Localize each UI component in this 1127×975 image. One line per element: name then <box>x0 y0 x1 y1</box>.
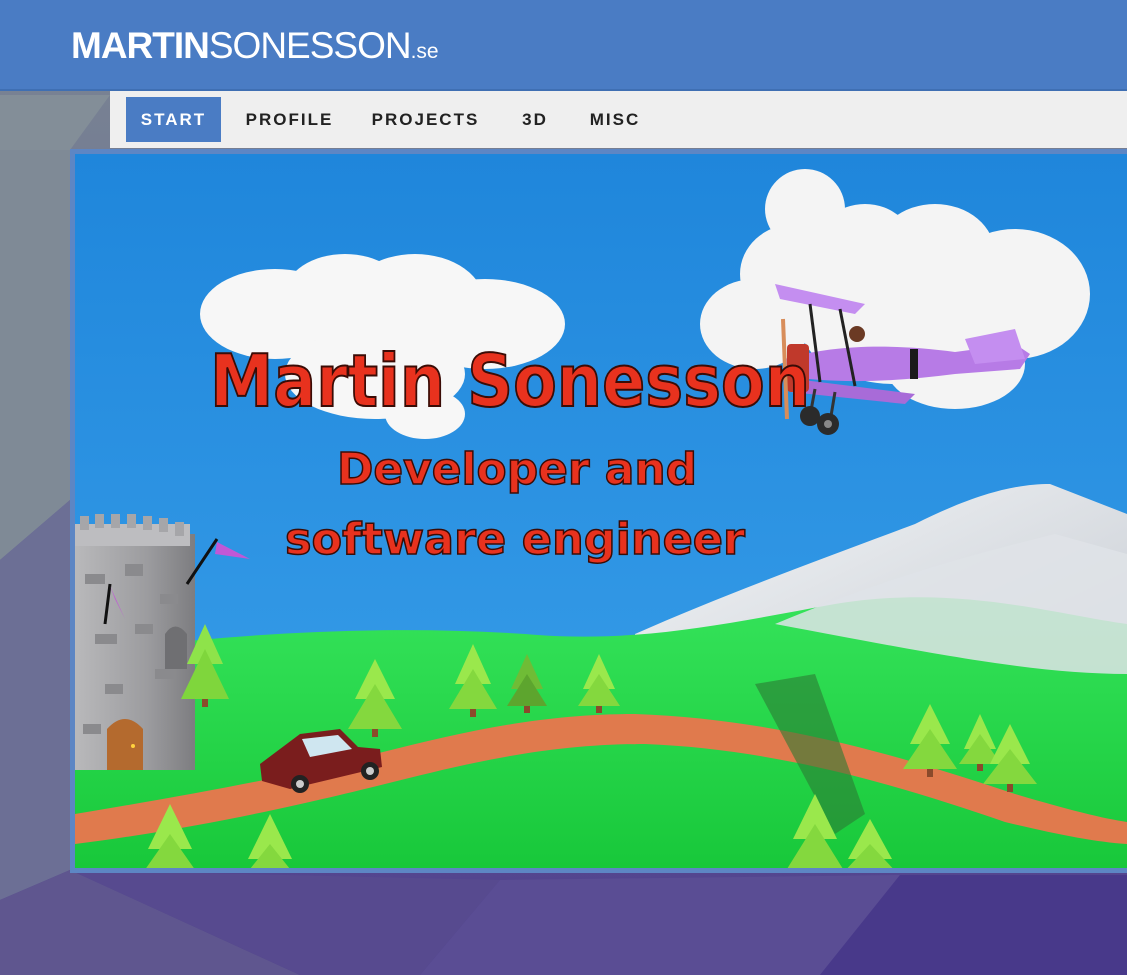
hero-scene[interactable]: Martin Sonesson Developer and software e… <box>75 154 1127 868</box>
nav-misc[interactable]: MISC <box>582 97 648 142</box>
site-logo[interactable]: MARTINSONESSON.se <box>71 24 439 68</box>
nav-profile[interactable]: PROFILE <box>242 97 337 142</box>
logo-bold-text: MARTIN <box>71 25 210 66</box>
hero-title: Martin Sonesson <box>210 339 810 423</box>
site-header: MARTINSONESSON.se <box>0 0 1127 91</box>
hero-subtitle-line2: software engineer <box>285 514 745 565</box>
nav-start[interactable]: START <box>126 97 221 142</box>
hero-illustration: Martin Sonesson Developer and software e… <box>75 154 1127 868</box>
nav-projects[interactable]: PROJECTS <box>368 97 483 142</box>
nav-3d[interactable]: 3D <box>512 97 558 142</box>
main-nav: START PROFILE PROJECTS 3D MISC <box>110 91 1127 148</box>
hero-frame: Martin Sonesson Developer and software e… <box>70 149 1127 873</box>
hero-subtitle-line1: Developer and <box>337 444 697 495</box>
logo-light-text: SONESSON <box>208 25 412 66</box>
logo-tld-text: .se <box>410 40 439 63</box>
